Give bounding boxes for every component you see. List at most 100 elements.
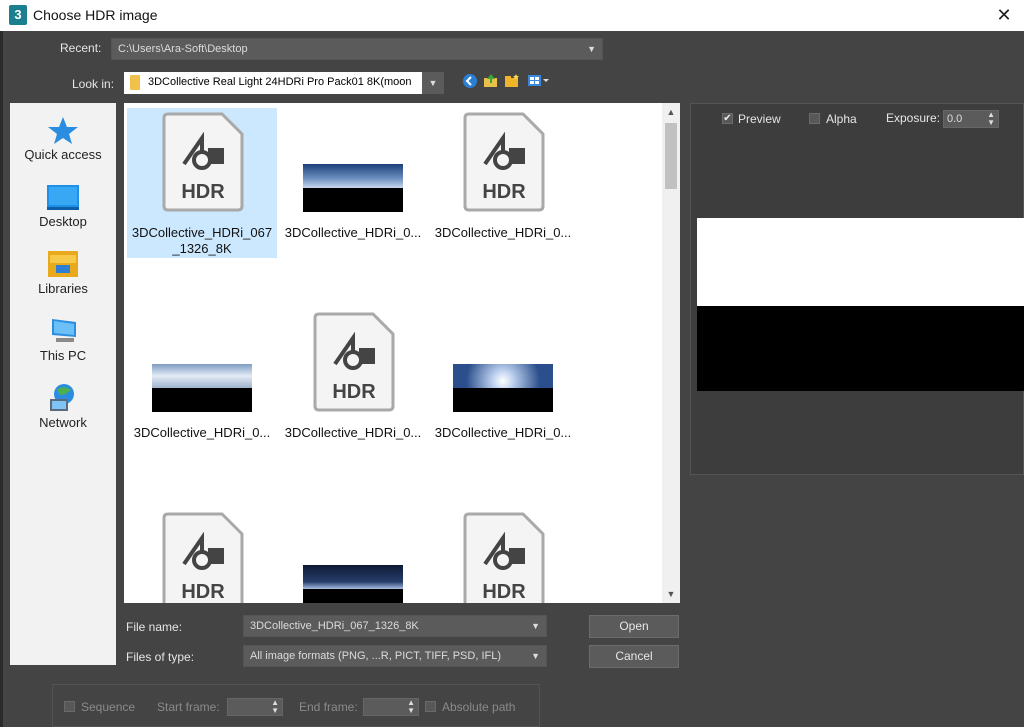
preview-checkbox[interactable]: ✔ — [722, 113, 733, 124]
up-folder-icon[interactable] — [483, 73, 499, 89]
hdr-file-icon: HDR — [463, 512, 545, 603]
file-name-input[interactable]: 3DCollective_HDRi_067_1326_8K ▼ — [243, 615, 547, 637]
alpha-label: Alpha — [826, 112, 857, 126]
place-label: Libraries — [38, 281, 88, 296]
look-in-label: Look in: — [72, 77, 115, 91]
cancel-button[interactable]: Cancel — [589, 645, 679, 668]
app-icon: 3 — [9, 5, 27, 25]
file-name: 3DCollective_HDRi_0... — [284, 225, 422, 240]
hdr-icon-label: HDR — [181, 581, 225, 603]
chevron-down-icon[interactable]: ▼ — [531, 646, 540, 666]
open-button[interactable]: Open — [589, 615, 679, 638]
place-label: Desktop — [39, 214, 87, 229]
place-label: This PC — [39, 348, 87, 363]
sequence-group: Sequence Start frame: ▲ ▼ End frame: ▲ ▼ A… — [52, 684, 540, 727]
start-frame-label: Start frame: — [157, 700, 220, 714]
place-libraries[interactable]: Libraries — [10, 249, 116, 296]
look-in-dropdown[interactable]: 3DCollective Real Light 24HDRi Pro Pack0… — [124, 72, 444, 94]
file-item[interactable]: HDR — [428, 508, 578, 603]
place-this-pc[interactable]: This PC — [10, 316, 116, 363]
window-title: Choose HDR image — [33, 7, 158, 23]
scroll-up-icon[interactable]: ▲ — [662, 103, 680, 121]
desktop-icon — [47, 185, 79, 210]
hdr-panorama-thumbnail — [152, 364, 252, 412]
file-item[interactable]: 3DCollective_HDRi_0... — [428, 308, 578, 442]
place-quick-access[interactable]: Quick access — [10, 115, 116, 162]
hdr-panorama-thumbnail — [453, 364, 553, 412]
vertical-scrollbar[interactable]: ▲ ▼ — [662, 103, 680, 603]
file-item[interactable]: HDR 3DCollective_HDRi_0... — [428, 108, 578, 242]
panorama-sky — [152, 364, 252, 388]
hdr-icon-label: HDR — [181, 181, 225, 203]
star-icon — [48, 117, 78, 144]
hdr-panorama-thumbnail — [303, 565, 403, 603]
file-thumbnail: HDR — [127, 508, 277, 603]
folder-icon — [130, 75, 140, 90]
end-frame-label: End frame: — [299, 700, 358, 714]
place-label: Network — [39, 415, 87, 430]
hdr-file-icon: HDR — [162, 112, 244, 212]
file-thumbnail: HDR — [127, 108, 277, 224]
file-name-label: File name: — [126, 620, 183, 634]
file-item[interactable]: HDR — [127, 508, 277, 603]
start-frame-spinner[interactable]: ▲ ▼ — [227, 698, 283, 716]
new-folder-icon[interactable] — [504, 73, 520, 89]
scrollbar-thumb[interactable] — [665, 123, 677, 189]
hdr-file-icon: HDR — [162, 512, 244, 603]
file-name: 3DCollective_HDRi_0... — [434, 425, 572, 440]
file-type-label: Files of type: — [126, 650, 195, 664]
window-edge — [0, 31, 3, 727]
panorama-sky — [453, 364, 553, 388]
preview-image-ground — [697, 306, 1024, 391]
recent-label: Recent: — [60, 41, 102, 55]
file-thumbnail: HDR — [428, 108, 578, 224]
spinner-arrows-icon[interactable]: ▲ ▼ — [987, 111, 995, 127]
spinner-arrows-icon[interactable]: ▲ ▼ — [407, 699, 415, 715]
place-desktop[interactable]: Desktop — [10, 182, 116, 229]
hdr-icon-label: HDR — [332, 381, 376, 403]
file-item[interactable]: 3DCollective_HDRi_0... — [278, 108, 428, 242]
chevron-down-icon[interactable]: ▼ — [422, 72, 444, 94]
close-icon[interactable]: ✕ — [992, 3, 1016, 27]
chevron-down-icon: ▼ — [587, 44, 596, 54]
exposure-spinner[interactable]: 0.0 ▲ ▼ — [943, 110, 999, 128]
file-type-value: All image formats (PNG, ...R, PICT, TIFF… — [250, 650, 502, 662]
hdr-file-icon: HDR — [463, 112, 545, 212]
file-name: 3DCollective_HDRi_0... — [133, 425, 271, 440]
recent-value: C:\Users\Ara-Soft\Desktop — [118, 43, 248, 55]
chevron-down-icon[interactable]: ▼ — [531, 616, 540, 636]
hdr-file-icon: HDR — [313, 312, 395, 412]
file-item[interactable]: HDR 3DCollective_HDRi_0... — [278, 308, 428, 442]
file-thumbnail: HDR — [428, 508, 578, 603]
file-name: 3DCollective_HDRi_0... — [284, 425, 422, 440]
file-type-dropdown[interactable]: All image formats (PNG, ...R, PICT, TIFF… — [243, 645, 547, 667]
back-icon[interactable] — [462, 73, 478, 89]
place-label: Quick access — [24, 147, 102, 162]
computer-icon — [52, 319, 76, 342]
file-item[interactable]: HDR 3DCollective_HDRi_067_1326_8K — [127, 108, 277, 258]
file-thumbnail — [127, 308, 277, 424]
hdr-panorama-thumbnail — [303, 164, 403, 212]
file-list[interactable]: ▲ ▼ HDR 3DCollective_HDRi_067_1326_8K 3DCo… — [124, 103, 680, 603]
alpha-checkbox[interactable] — [809, 113, 820, 124]
hdr-icon-label: HDR — [482, 181, 526, 203]
file-name: 3DCollective_HDRi_067_1326_8K — [131, 225, 273, 256]
scroll-down-icon[interactable]: ▼ — [662, 585, 680, 603]
recent-dropdown[interactable]: C:\Users\Ara-Soft\Desktop ▼ — [111, 38, 603, 60]
places-bar: Quick access Desktop Libraries This PC N… — [10, 103, 116, 665]
preview-image-sky — [697, 218, 1024, 306]
end-frame-spinner[interactable]: ▲ ▼ — [363, 698, 419, 716]
exposure-value: 0.0 — [947, 113, 963, 125]
sequence-checkbox[interactable] — [64, 701, 75, 712]
file-item[interactable]: 3DCollective_HDRi_0... — [127, 308, 277, 442]
spinner-arrows-icon[interactable]: ▲ ▼ — [271, 699, 279, 715]
exposure-label: Exposure: — [886, 111, 941, 125]
file-item[interactable] — [278, 508, 428, 603]
file-thumbnail — [278, 508, 428, 603]
place-network[interactable]: Network — [10, 383, 116, 430]
libraries-icon — [48, 251, 78, 277]
view-menu-icon[interactable] — [527, 73, 551, 89]
absolute-path-checkbox[interactable] — [425, 701, 436, 712]
title-bar: 3 Choose HDR image ✕ — [0, 0, 1024, 31]
network-icon — [50, 384, 74, 411]
